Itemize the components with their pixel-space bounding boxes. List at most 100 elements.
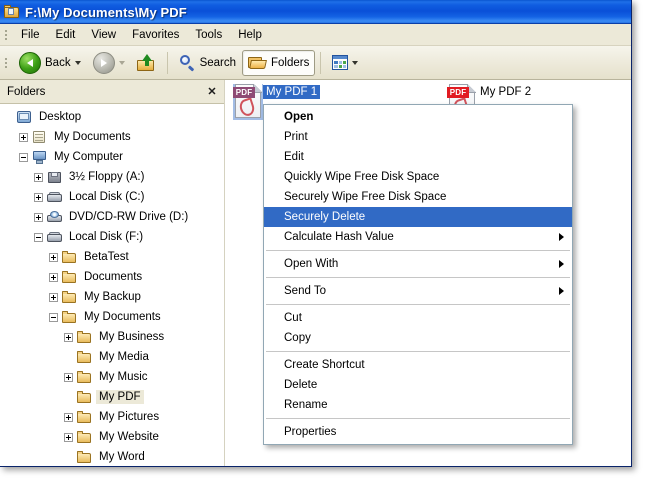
tree-item-label: BetaTest: [84, 251, 129, 263]
menu-file[interactable]: File: [13, 27, 48, 43]
context-menu-item-label: Open With: [284, 258, 339, 270]
context-menu-item-open[interactable]: Open: [264, 107, 572, 127]
collapse-icon[interactable]: [19, 152, 28, 162]
tree-item-label: Desktop: [39, 111, 82, 123]
pdf-badge-label: PDF: [449, 88, 467, 97]
collapse-icon[interactable]: [34, 232, 43, 242]
views-dropdown-icon[interactable]: [352, 60, 359, 65]
tree-item-my-computer[interactable]: My Computer: [0, 147, 224, 167]
back-button[interactable]: Back: [13, 50, 87, 76]
expand-icon[interactable]: [64, 372, 73, 382]
folder-icon: [76, 450, 93, 465]
tree-item-label: My Documents: [84, 311, 161, 323]
toolbar-gripper[interactable]: [2, 55, 10, 71]
tree-item-my-business[interactable]: My Business: [0, 327, 224, 347]
submenu-arrow-icon: [559, 260, 564, 268]
folder-icon: [4, 5, 20, 19]
menu-separator: [266, 351, 570, 352]
context-menu-item-print[interactable]: Print: [264, 127, 572, 147]
context-menu-item-label: Send To: [284, 285, 326, 297]
search-magnifier-icon: [179, 54, 196, 72]
folders-icon: [248, 55, 267, 71]
back-dropdown-icon[interactable]: [74, 60, 81, 65]
tree-item-my-music[interactable]: My Music: [0, 367, 224, 387]
window-title: F:\My Documents\My PDF: [25, 4, 187, 20]
menu-edit[interactable]: Edit: [48, 27, 84, 43]
folder-icon: [61, 290, 78, 305]
collapse-icon[interactable]: [49, 312, 58, 322]
tree-item-my-pictures[interactable]: My Pictures: [0, 407, 224, 427]
back-button-label: Back: [45, 56, 71, 69]
search-button-label: Search: [199, 56, 237, 69]
expand-icon[interactable]: [49, 252, 58, 262]
context-menu-item-label: Copy: [284, 332, 311, 344]
tree-item-documents[interactable]: Documents: [0, 267, 224, 287]
context-menu-item-label: Print: [284, 131, 308, 143]
tree-item-my-documents[interactable]: My Documents: [0, 307, 224, 327]
folders-button[interactable]: Folders: [242, 49, 316, 76]
views-button[interactable]: [326, 50, 364, 76]
folder-icon: [76, 410, 93, 425]
context-menu-item-delete[interactable]: Delete: [264, 375, 572, 395]
menu-view[interactable]: View: [83, 27, 124, 43]
menu-tools[interactable]: Tools: [187, 27, 230, 43]
tree-item-my-documents[interactable]: My Documents: [0, 127, 224, 147]
tree-item-my-backup[interactable]: My Backup: [0, 287, 224, 307]
folders-pane-title: Folders: [7, 85, 46, 98]
tree-item-label: My Business: [99, 331, 165, 343]
tree-item-label: My Website: [99, 431, 159, 443]
expand-icon[interactable]: [49, 292, 58, 302]
expand-icon[interactable]: [64, 412, 73, 422]
tree-item-my-media[interactable]: My Media: [0, 347, 224, 367]
forward-arrow-icon: [92, 51, 115, 74]
forward-dropdown-icon[interactable]: [118, 60, 125, 65]
menu-favorites[interactable]: Favorites: [124, 27, 187, 43]
tree-item-my-website[interactable]: My Website: [0, 427, 224, 447]
menu-separator: [266, 418, 570, 419]
tree-item-3-floppy-a[interactable]: 3½ Floppy (A:): [0, 167, 224, 187]
context-menu-item-securely-delete[interactable]: Securely Delete: [264, 207, 572, 227]
forward-button[interactable]: [87, 50, 131, 76]
context-menu-item-label: Securely Delete: [284, 211, 366, 223]
expand-icon[interactable]: [34, 212, 43, 222]
context-menu-item-create-shortcut[interactable]: Create Shortcut: [264, 355, 572, 375]
context-menu-item-quickly-wipe-free-disk-space[interactable]: Quickly Wipe Free Disk Space: [264, 167, 572, 187]
expand-icon[interactable]: [19, 132, 28, 142]
my-computer-icon: [31, 150, 48, 165]
context-menu-item-cut[interactable]: Cut: [264, 308, 572, 328]
menu-help[interactable]: Help: [230, 27, 270, 43]
tree-item-my-word[interactable]: My Word: [0, 447, 224, 466]
tree-item-my-pdf[interactable]: My PDF: [0, 387, 224, 407]
search-button[interactable]: Search: [173, 50, 242, 76]
tree-item-desktop[interactable]: Desktop: [0, 107, 224, 127]
tree-item-local-disk-c[interactable]: Local Disk (C:): [0, 187, 224, 207]
context-menu-item-label: Quickly Wipe Free Disk Space: [284, 171, 440, 183]
toolbar: Back Search Folders: [0, 46, 631, 80]
context-menu-item-edit[interactable]: Edit: [264, 147, 572, 167]
context-menu-item-rename[interactable]: Rename: [264, 395, 572, 415]
context-menu-item-send-to[interactable]: Send To: [264, 281, 572, 301]
tree-item-betatest[interactable]: BetaTest: [0, 247, 224, 267]
expand-icon[interactable]: [34, 172, 43, 182]
menu-gripper[interactable]: [2, 27, 10, 43]
menu-separator: [266, 277, 570, 278]
context-menu-item-copy[interactable]: Copy: [264, 328, 572, 348]
expand-icon[interactable]: [64, 332, 73, 342]
tree-item-label: Local Disk (C:): [69, 191, 145, 203]
context-menu-item-open-with[interactable]: Open With: [264, 254, 572, 274]
tree-item-dvd-cd-rw-drive-d[interactable]: DVD/CD-RW Drive (D:): [0, 207, 224, 227]
expand-icon[interactable]: [34, 192, 43, 202]
pdf-badge-label: PDF: [235, 88, 253, 97]
my-documents-icon: [31, 130, 48, 145]
expand-icon[interactable]: [49, 272, 58, 282]
toolbar-separator-2: [320, 51, 322, 74]
context-menu-item-securely-wipe-free-disk-space[interactable]: Securely Wipe Free Disk Space: [264, 187, 572, 207]
context-menu-item-calculate-hash-value[interactable]: Calculate Hash Value: [264, 227, 572, 247]
tree-item-local-disk-f[interactable]: Local Disk (F:): [0, 227, 224, 247]
expand-icon[interactable]: [64, 432, 73, 442]
context-menu-item-properties[interactable]: Properties: [264, 422, 572, 442]
tree-item-label: My Computer: [54, 151, 124, 163]
up-one-level-button[interactable]: [131, 50, 162, 76]
close-icon[interactable]: ✕: [204, 85, 220, 99]
